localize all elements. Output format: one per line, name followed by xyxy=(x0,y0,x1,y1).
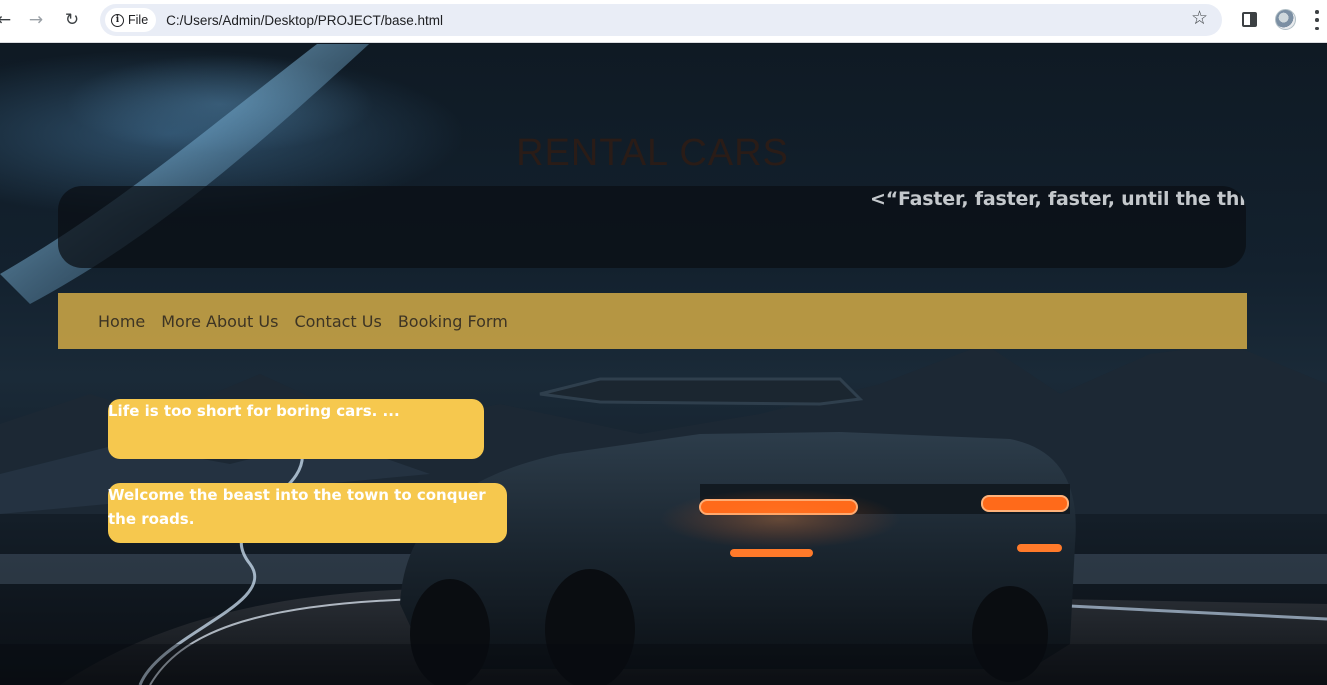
quote-text: Welcome the beast into the town to conqu… xyxy=(108,486,486,528)
site-info-chip[interactable]: i File xyxy=(105,8,157,32)
main-navbar: Home More About Us Contact Us Booking Fo… xyxy=(58,293,1247,349)
nav-link-booking-form[interactable]: Booking Form xyxy=(398,312,508,331)
arrow-left-icon: ← xyxy=(0,9,12,30)
nav-link-contact-us[interactable]: Contact Us xyxy=(294,312,381,331)
marquee-banner: <“Faster, faster, faster, until the thri… xyxy=(58,186,1246,268)
url-text[interactable]: C:/Users/Admin/Desktop/PROJECT/base.html xyxy=(166,13,443,28)
quote-card: Life is too short for boring cars. ... xyxy=(108,399,484,459)
info-icon: i xyxy=(111,13,124,27)
more-vertical-icon[interactable] xyxy=(1314,10,1320,30)
nav-link-home[interactable]: Home xyxy=(98,312,145,331)
quote-text: Life is too short for boring cars. ... xyxy=(108,402,400,420)
address-bar[interactable]: i File C:/Users/Admin/Desktop/PROJECT/ba… xyxy=(100,4,1222,36)
side-panel-icon[interactable] xyxy=(1242,12,1257,27)
site-info-label: File xyxy=(128,13,149,27)
nav-link-more-about-us[interactable]: More About Us xyxy=(161,312,278,331)
site-title: RENTAL CARS xyxy=(516,132,789,174)
star-icon[interactable]: ☆ xyxy=(1191,9,1208,28)
back-button[interactable]: ← xyxy=(0,8,18,32)
marquee-text: <“Faster, faster, faster, until the thri… xyxy=(870,188,1246,210)
reload-button[interactable]: ↻ xyxy=(58,8,86,32)
profile-icon[interactable] xyxy=(1275,9,1296,30)
page-viewport: RENTAL CARS <“Faster, faster, faster, un… xyxy=(0,44,1327,685)
browser-toolbar: ← → ↻ i File C:/Users/Admin/Desktop/PROJ… xyxy=(0,0,1327,43)
reload-icon: ↻ xyxy=(64,9,80,30)
arrow-right-icon: → xyxy=(28,9,44,30)
quote-card: Welcome the beast into the town to conqu… xyxy=(108,483,507,543)
forward-button[interactable]: → xyxy=(22,8,50,32)
taillight-right xyxy=(982,496,1068,511)
